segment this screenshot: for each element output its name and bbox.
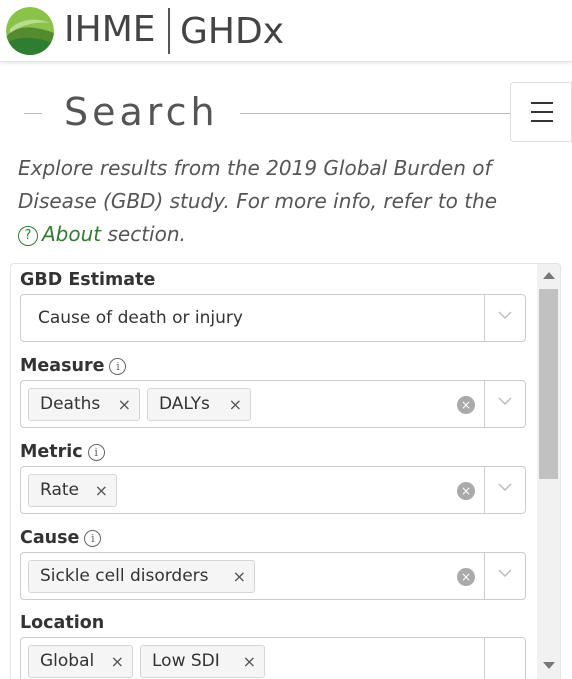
- menu-button[interactable]: [510, 82, 572, 142]
- info-icon[interactable]: i: [109, 358, 127, 375]
- gbd-estimate-select[interactable]: Cause of death or injury: [20, 294, 526, 342]
- info-icon[interactable]: i: [84, 530, 102, 547]
- cause-select[interactable]: Sickle cell disorders × ×: [20, 552, 526, 600]
- scrollbar[interactable]: [537, 264, 560, 679]
- scroll-up-arrow-icon[interactable]: [543, 272, 555, 279]
- hamburger-menu-icon: [531, 102, 553, 104]
- remove-tag-icon[interactable]: ×: [233, 561, 246, 592]
- chevron-down-icon[interactable]: [498, 394, 512, 408]
- heading-rule-left: [24, 113, 42, 114]
- chevron-down-icon[interactable]: [498, 308, 512, 322]
- cause-label: Cause i: [20, 528, 102, 548]
- brand-ihme[interactable]: IHME: [64, 9, 156, 50]
- cause-tag-sickle-cell: Sickle cell disorders ×: [28, 560, 255, 593]
- ihme-logo-icon[interactable]: [6, 7, 54, 55]
- chevron-down-icon[interactable]: [498, 566, 512, 580]
- gbd-estimate-label: GBD Estimate: [20, 270, 156, 290]
- about-link[interactable]: ? About: [18, 222, 101, 246]
- chevron-down-icon[interactable]: [498, 480, 512, 494]
- metric-label: Metric i: [20, 442, 105, 462]
- intro-line-1: Explore results from the 2019 Global Bur…: [18, 156, 492, 180]
- page-title: Search: [64, 90, 219, 134]
- measure-tag-dalys: DALYs ×: [147, 388, 251, 421]
- scroll-down-arrow-icon[interactable]: [543, 662, 555, 669]
- about-link-label: About: [42, 222, 102, 246]
- location-label: Location: [20, 613, 105, 633]
- location-tag-low-sdi: Low SDI ×: [140, 645, 265, 678]
- gbd-estimate-value: Cause of death or injury: [38, 308, 243, 328]
- scrollbar-thumb[interactable]: [539, 289, 558, 479]
- brand-divider: [168, 8, 170, 54]
- remove-tag-icon[interactable]: ×: [118, 389, 131, 420]
- metric-select[interactable]: Rate × ×: [20, 466, 526, 514]
- filter-panel: GBD Estimate Cause of death or injury Me…: [10, 263, 561, 679]
- info-icon[interactable]: i: [87, 444, 105, 461]
- location-select[interactable]: Global × Low SDI ×: [20, 637, 526, 679]
- intro-text: Explore results from the 2019 Global Bur…: [18, 152, 548, 251]
- measure-label: Measure i: [20, 356, 127, 376]
- site-header: IHME GHDx: [0, 0, 572, 62]
- measure-tag-deaths: Deaths ×: [28, 388, 140, 421]
- measure-select[interactable]: Deaths × DALYs × ×: [20, 380, 526, 428]
- remove-tag-icon[interactable]: ×: [95, 475, 108, 506]
- remove-tag-icon[interactable]: ×: [229, 389, 242, 420]
- intro-tail: section.: [101, 222, 186, 246]
- clear-selection-icon[interactable]: ×: [457, 568, 475, 586]
- metric-tag-rate: Rate ×: [28, 474, 117, 507]
- brand-ghdx[interactable]: GHDx: [180, 11, 284, 52]
- heading-rule-right: [240, 113, 512, 114]
- clear-selection-icon[interactable]: ×: [457, 396, 475, 414]
- remove-tag-icon[interactable]: ×: [243, 646, 256, 677]
- location-tag-global: Global ×: [28, 645, 133, 678]
- remove-tag-icon[interactable]: ×: [111, 646, 124, 677]
- help-icon: ?: [18, 226, 38, 246]
- intro-line-2: Disease (GBD) study. For more info, refe…: [18, 189, 498, 213]
- clear-selection-icon[interactable]: ×: [457, 482, 475, 500]
